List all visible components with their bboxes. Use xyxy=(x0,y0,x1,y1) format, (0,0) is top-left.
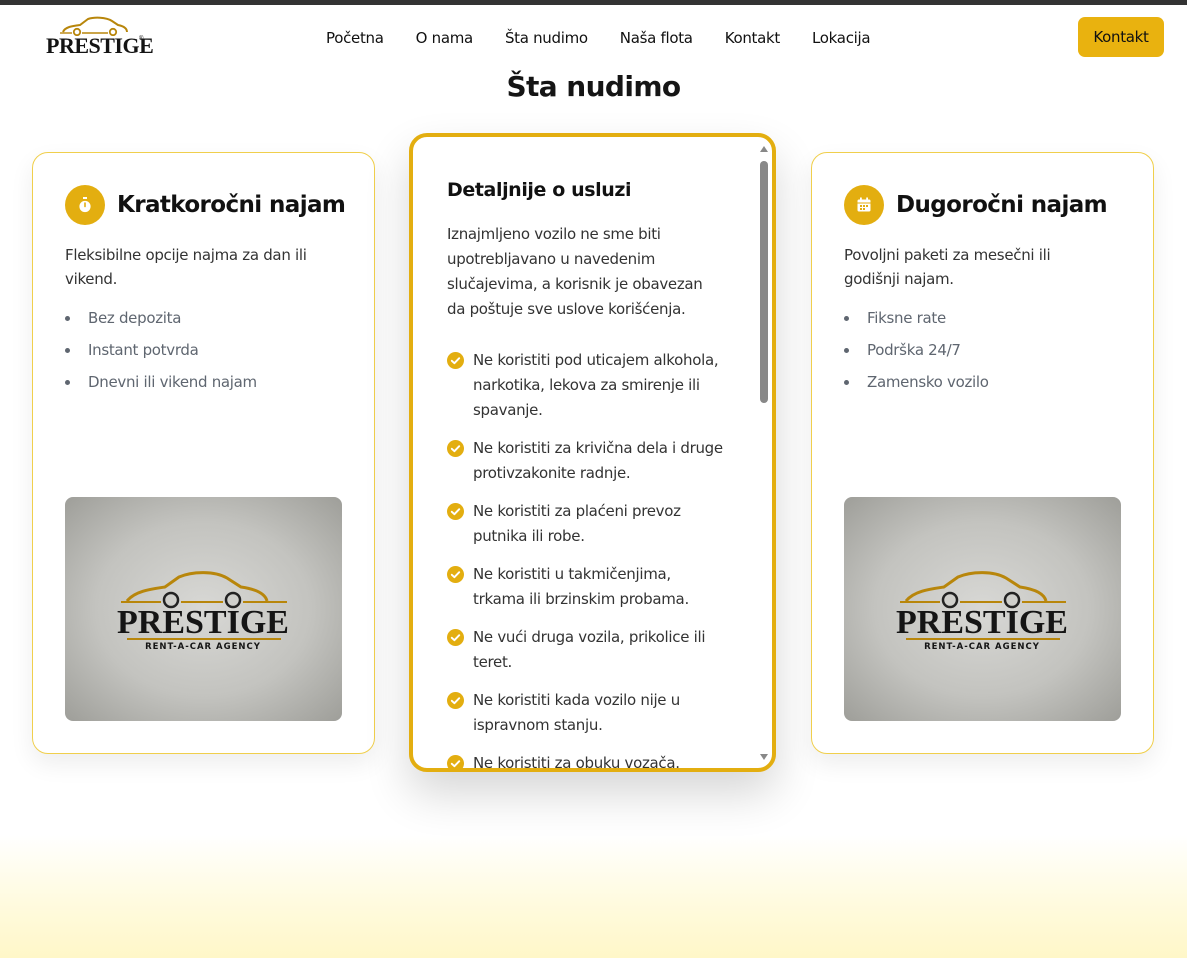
image-tagline: RENT-A-CAR AGENCY xyxy=(145,642,261,652)
rule-item: Ne koristiti za plaćeni prevoz putnika i… xyxy=(447,499,737,549)
image-logo-text: PRESTIGE xyxy=(117,604,289,641)
prestige-logo-image: PRESTIGE RENT-A-CAR AGENCY xyxy=(844,497,1121,721)
prestige-logo-image: PRESTIGE RENT-A-CAR AGENCY xyxy=(65,497,342,721)
contact-button[interactable]: Kontakt xyxy=(1078,17,1164,57)
brand-logo[interactable]: PRESTIGE ® xyxy=(46,16,154,58)
check-circle-icon xyxy=(447,692,464,709)
rule-text: Ne koristiti za obuku vozača. xyxy=(473,754,680,772)
feature-list: Fiksne rate Podrška 24/7 Zamensko vozilo xyxy=(844,307,989,403)
card-title: Dugoročni najam xyxy=(896,192,1108,218)
rule-text: Ne koristiti za plaćeni prevoz putnika i… xyxy=(473,502,681,545)
rule-item: Ne koristiti u takmičenjima, trkama ili … xyxy=(447,562,737,612)
nav-link-lokacija[interactable]: Lokacija xyxy=(812,29,871,47)
service-card-long-term: Dugoročni najam Povoljni paketi za meseč… xyxy=(811,152,1154,754)
scrollbar-thumb[interactable] xyxy=(760,161,768,403)
detail-intro: Iznajmljeno vozilo ne sme biti upotreblj… xyxy=(447,225,703,318)
image-tagline: RENT-A-CAR AGENCY xyxy=(924,642,1040,652)
rule-item: Ne koristiti kada vozilo nije u ispravno… xyxy=(447,688,737,738)
rule-text: Ne koristiti pod uticajem alkohola, nark… xyxy=(473,351,719,419)
card-description: Povoljni paketi za mesečni ili godišnji … xyxy=(844,246,1051,288)
registered-mark: ® xyxy=(139,36,144,42)
feature-item: Podrška 24/7 xyxy=(844,339,989,371)
detail-scrollbar[interactable] xyxy=(758,141,770,765)
detail-title: Detaljnije o usluzi xyxy=(447,179,632,201)
nav-link-sta-nudimo[interactable]: Šta nudimo xyxy=(505,29,588,47)
top-border xyxy=(0,0,1187,5)
feature-item: Instant potvrda xyxy=(65,339,257,371)
image-logo-text: PRESTIGE xyxy=(896,604,1068,641)
scroll-up-arrow-icon[interactable] xyxy=(760,146,768,152)
card-header: Dugoročni najam xyxy=(844,185,1108,225)
nav-link-nasa-flota[interactable]: Naša flota xyxy=(620,29,693,47)
rule-item: Ne koristiti pod uticajem alkohola, nark… xyxy=(447,348,737,423)
rule-item: Ne vući druga vozila, prikolice ili tere… xyxy=(447,625,737,675)
feature-item: Dnevni ili vikend najam xyxy=(65,371,257,403)
feature-list: Bez depozita Instant potvrda Dnevni ili … xyxy=(65,307,257,403)
feature-item: Fiksne rate xyxy=(844,307,989,339)
calendar-icon xyxy=(844,185,884,225)
card-description: Fleksibilne opcije najma za dan ili vike… xyxy=(65,246,307,288)
rule-text: Ne koristiti u takmičenjima, trkama ili … xyxy=(473,565,689,608)
card-header: Kratkoročni najam xyxy=(65,185,346,225)
card-title: Kratkoročni najam xyxy=(117,192,346,218)
check-circle-icon xyxy=(447,629,464,646)
rule-text: Ne vući druga vozila, prikolice ili tere… xyxy=(473,628,706,671)
nav-link-o-nama[interactable]: O nama xyxy=(416,29,474,47)
check-circle-icon xyxy=(447,755,464,768)
scroll-down-arrow-icon[interactable] xyxy=(760,754,768,760)
nav-link-pocetna[interactable]: Početna xyxy=(326,29,384,47)
feature-item: Bez depozita xyxy=(65,307,257,339)
check-circle-icon xyxy=(447,566,464,583)
feature-item: Zamensko vozilo xyxy=(844,371,989,403)
service-card-short-term: Kratkoročni najam Fleksibilne opcije naj… xyxy=(32,152,375,754)
rule-text: Ne koristiti kada vozilo nije u ispravno… xyxy=(473,691,680,734)
section-title: Šta nudimo xyxy=(506,70,681,103)
check-circle-icon xyxy=(447,352,464,369)
check-circle-icon xyxy=(447,440,464,457)
rule-item: Ne koristiti za obuku vozača. xyxy=(447,751,737,772)
logo-wordmark: PRESTIGE xyxy=(46,33,154,58)
main-nav: Početna O nama Šta nudimo Naša flota Kon… xyxy=(326,29,871,47)
rule-text: Ne koristiti za krivična dela i druge pr… xyxy=(473,439,723,482)
rules-list: Ne koristiti pod uticajem alkohola, nark… xyxy=(447,348,737,772)
service-detail-panel[interactable]: Detaljnije o usluzi Iznajmljeno vozilo n… xyxy=(409,133,776,772)
rule-item: Ne koristiti za krivična dela i druge pr… xyxy=(447,436,737,486)
nav-link-kontakt[interactable]: Kontakt xyxy=(725,29,781,47)
stopwatch-icon xyxy=(65,185,105,225)
check-circle-icon xyxy=(447,503,464,520)
